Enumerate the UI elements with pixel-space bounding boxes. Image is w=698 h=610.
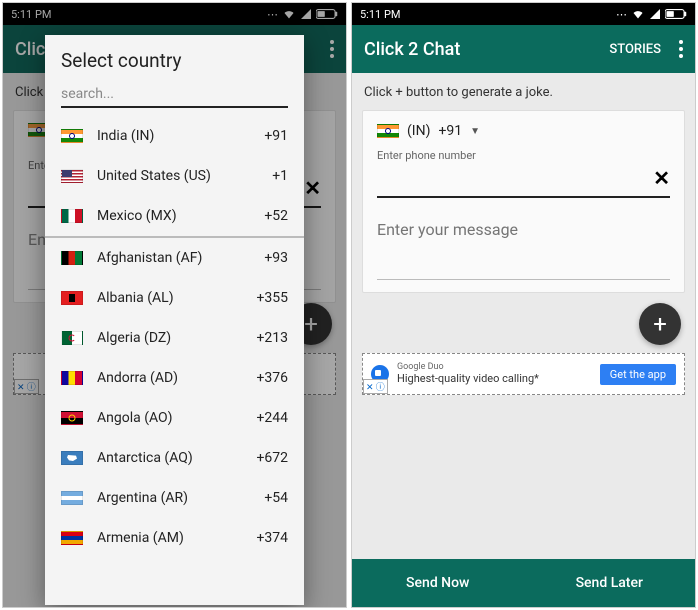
signal-icon (649, 8, 661, 20)
dial-code: +244 (256, 410, 288, 426)
main-content: Click + button to generate a joke. (IN) … (352, 73, 695, 559)
app-bar: Click 2 Chat STORIES (352, 25, 695, 73)
message-input[interactable] (377, 220, 670, 280)
search-input[interactable] (61, 82, 288, 108)
country-row[interactable]: Andorra (AD) +376 (45, 358, 304, 398)
country-name: Antarctica (AQ) (97, 450, 242, 466)
country-row[interactable]: United States (US) +1 (45, 156, 304, 196)
flag-icon (61, 451, 83, 465)
country-name: Afghanistan (AF) (97, 250, 250, 266)
stories-button[interactable]: STORIES (609, 42, 661, 57)
flag-icon (61, 169, 83, 183)
chevron-down-icon: ▼ (470, 126, 480, 137)
flag-icon (61, 291, 83, 305)
modal-title: Select country (45, 49, 304, 82)
country-name: United States (US) (97, 168, 258, 184)
country-row[interactable]: India (IN) +91 (45, 116, 304, 156)
country-row[interactable]: Antarctica (AQ) +672 (45, 438, 304, 478)
country-name: Andorra (AD) (97, 370, 242, 386)
input-card: (IN) +91 ▼ Enter phone number ✕ (362, 110, 685, 293)
country-name: Albania (AL) (97, 290, 242, 306)
phone-input[interactable] (377, 170, 653, 186)
flag-icon (61, 129, 83, 143)
flag-icon (61, 531, 83, 545)
phone-input-row: ✕ (377, 166, 670, 198)
app-actions: STORIES (609, 40, 683, 58)
country-name: Angola (AO) (97, 410, 242, 426)
country-name: Armenia (AM) (97, 530, 242, 546)
dial-code: +213 (256, 330, 288, 346)
country-row[interactable]: Algeria (DZ) +213 (45, 318, 304, 358)
status-icons: ⋯ (616, 8, 687, 21)
app-title: Click 2 Chat (364, 39, 460, 60)
send-later-button[interactable]: Send Later (524, 559, 696, 607)
status-time: 5:11 PM (360, 8, 400, 21)
phone-left: 5:11 PM ⋯ Clic Click + button to generat… (2, 2, 347, 608)
country-list[interactable]: India (IN) +91 United States (US) +1 Mexico … (45, 116, 304, 605)
country-picker-modal: Select country India (IN) +91 United State… (45, 35, 304, 605)
wifi-icon (631, 8, 645, 20)
dial-code: +374 (256, 530, 288, 546)
country-name: Argentina (AR) (97, 490, 250, 506)
battery-icon (665, 8, 687, 20)
ad-banner[interactable]: Google Duo Highest-quality video calling… (362, 353, 685, 395)
ad-close-icon[interactable]: ✕ ⓘ (363, 379, 388, 394)
dial-code: +672 (256, 450, 288, 466)
search-wrap (45, 82, 304, 116)
send-now-button[interactable]: Send Now (352, 559, 524, 607)
flag-icon (61, 331, 83, 345)
ad-cta-button[interactable]: Get the app (600, 364, 676, 385)
menu-icon[interactable] (679, 40, 683, 58)
status-bar: 5:11 PM ⋯ (352, 3, 695, 25)
clear-icon[interactable]: ✕ (653, 166, 670, 190)
flag-icon (377, 124, 399, 138)
country-name: India (IN) (97, 128, 250, 144)
country-name: Mexico (MX) (97, 208, 250, 224)
phone-label: Enter phone number (377, 149, 670, 162)
phone-right: 5:11 PM ⋯ Click 2 Chat STORIES Click + b… (351, 2, 696, 608)
country-selector[interactable]: (IN) +91 ▼ (377, 123, 670, 139)
flag-icon (61, 491, 83, 505)
country-iso: (IN) (407, 123, 430, 139)
dial-code: +1 (272, 168, 288, 184)
country-dial: +91 (438, 123, 462, 139)
flag-icon (61, 371, 83, 385)
country-row[interactable]: Afghanistan (AF) +93 (45, 238, 304, 278)
country-row[interactable]: Angola (AO) +244 (45, 398, 304, 438)
fab-add[interactable]: + (639, 303, 681, 345)
country-row[interactable]: Armenia (AM) +374 (45, 518, 304, 558)
dial-code: +52 (264, 208, 288, 224)
ad-text: Highest-quality video calling* (397, 373, 539, 385)
country-row[interactable]: Argentina (AR) +54 (45, 478, 304, 518)
hint-text: Click + button to generate a joke. (362, 83, 685, 102)
bottom-bar: Send Now Send Later (352, 559, 695, 607)
dial-code: +91 (264, 128, 288, 144)
country-row[interactable]: Mexico (MX) +52 (45, 196, 304, 236)
flag-icon (61, 251, 83, 265)
dial-code: +54 (264, 490, 288, 506)
dial-code: +355 (256, 290, 288, 306)
country-row[interactable]: Albania (AL) +355 (45, 278, 304, 318)
dial-code: +376 (256, 370, 288, 386)
flag-icon (61, 209, 83, 223)
dial-code: +93 (264, 250, 288, 266)
country-name: Algeria (DZ) (97, 330, 242, 346)
more-icon: ⋯ (616, 8, 627, 21)
flag-icon (61, 411, 83, 425)
